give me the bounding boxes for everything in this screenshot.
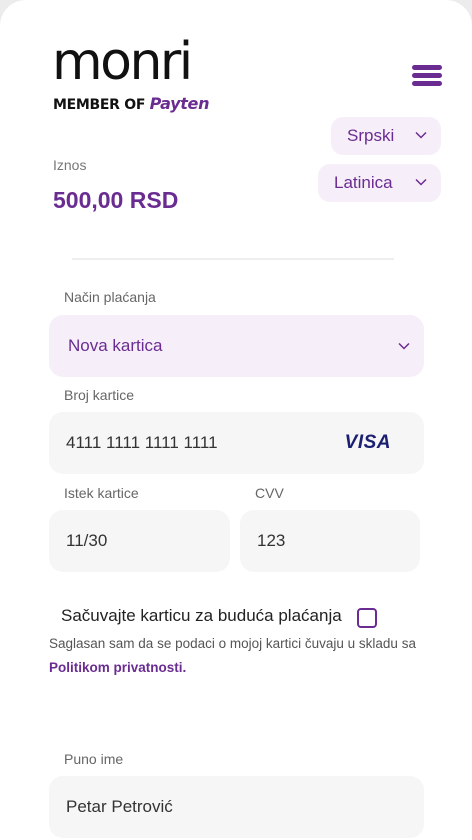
hamburger-menu-icon[interactable] <box>412 64 442 88</box>
language-select-value: Srpski <box>347 126 395 145</box>
amount-value: 500,00 RSD <box>53 187 179 213</box>
cvv-field[interactable]: 123 <box>240 510 420 572</box>
script-select[interactable]: Latinica <box>318 164 441 202</box>
card-number-label: Broj kartice <box>64 387 135 403</box>
full-name-value: Petar Petrović <box>66 797 173 816</box>
script-select-value: Latinica <box>334 173 393 192</box>
consent-text-body: Saglasan sam da se podaci o mojoj kartic… <box>49 636 416 651</box>
payment-method-value: Nova kartica <box>68 336 163 355</box>
logo-tagline-brand: Payten <box>149 94 210 113</box>
payment-method-label: Način plaćanja <box>64 289 156 305</box>
chevron-down-icon <box>398 342 410 350</box>
expiry-label: Istek kartice <box>64 485 139 501</box>
privacy-policy-link[interactable]: Politikom privatnosti. <box>49 660 186 675</box>
payment-card: monri MEMBER OF Payten Srpski Latinica I… <box>0 0 472 840</box>
chevron-down-icon <box>415 131 427 139</box>
divider <box>72 258 394 260</box>
save-card-checkbox[interactable] <box>357 608 377 628</box>
visa-logo-icon: VISA <box>344 432 391 453</box>
logo-wordmark: monri <box>52 32 193 92</box>
logo-tagline-prefix: MEMBER OF <box>53 97 146 113</box>
save-card-label: Sačuvajte karticu za buduća plaćanja <box>61 606 342 625</box>
amount-label: Iznos <box>53 157 87 173</box>
card-number-value: 4111 1111 1111 1111 <box>66 433 218 452</box>
payment-method-select[interactable]: Nova kartica <box>49 315 424 377</box>
full-name-field[interactable]: Petar Petrović <box>49 776 424 838</box>
expiry-field[interactable]: 11/30 <box>49 510 230 572</box>
expiry-value: 11/30 <box>66 531 108 550</box>
card-number-field[interactable]: 4111 1111 1111 1111 VISA <box>49 412 424 474</box>
language-select[interactable]: Srpski <box>331 117 441 155</box>
consent-text: Saglasan sam da se podaci o mojoj kartic… <box>49 632 429 680</box>
cvv-value: 123 <box>257 531 286 550</box>
cvv-label: CVV <box>255 485 284 501</box>
monri-logo: monri MEMBER OF Payten <box>52 34 217 116</box>
chevron-down-icon <box>415 178 427 186</box>
full-name-label: Puno ime <box>64 751 124 767</box>
logo-tagline: MEMBER OF Payten <box>53 94 210 113</box>
